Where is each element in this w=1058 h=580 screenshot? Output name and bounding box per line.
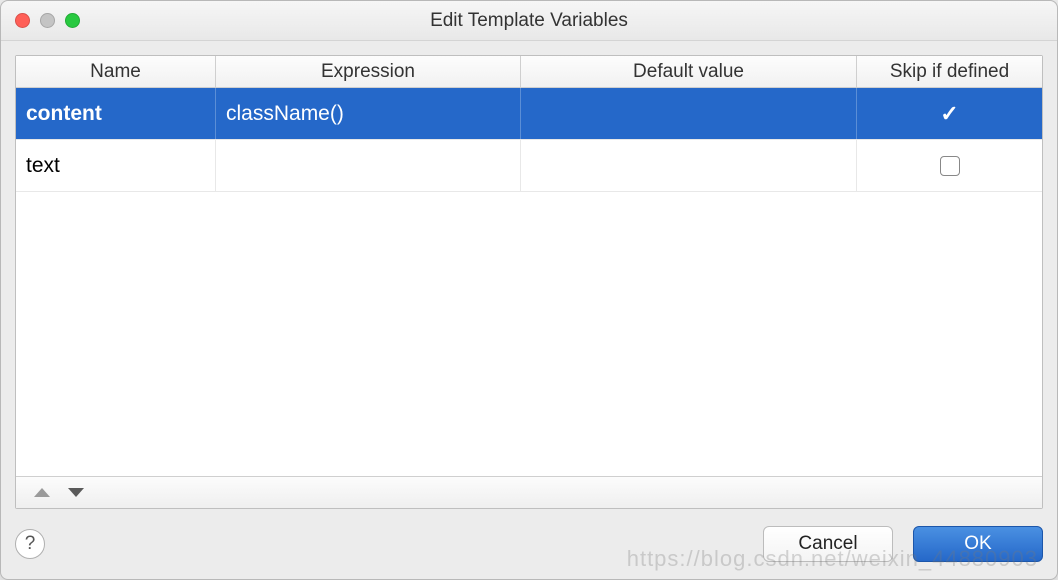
table-row[interactable]: text bbox=[16, 140, 1042, 192]
dialog-footer: ? Cancel OK bbox=[1, 523, 1057, 579]
move-up-icon[interactable] bbox=[34, 488, 50, 497]
table-body: content className() ✓ text bbox=[16, 88, 1042, 476]
maximize-window-button[interactable] bbox=[65, 13, 80, 28]
minimize-window-button[interactable] bbox=[40, 13, 55, 28]
cell-name[interactable]: text bbox=[16, 140, 216, 191]
move-down-icon[interactable] bbox=[68, 488, 84, 497]
cancel-button[interactable]: Cancel bbox=[763, 526, 893, 562]
dialog-window: Edit Template Variables Name Expression … bbox=[0, 0, 1058, 580]
column-header-name[interactable]: Name bbox=[16, 56, 216, 87]
ok-button[interactable]: OK bbox=[913, 526, 1043, 562]
traffic-lights bbox=[15, 13, 80, 28]
column-header-default-value[interactable]: Default value bbox=[521, 56, 857, 87]
skip-checkbox[interactable]: ✓ bbox=[940, 104, 960, 124]
cell-expression[interactable] bbox=[216, 140, 521, 191]
cell-default-value[interactable] bbox=[521, 88, 857, 139]
column-header-expression[interactable]: Expression bbox=[216, 56, 521, 87]
cell-skip-if-defined[interactable] bbox=[857, 140, 1042, 191]
checkmark-icon: ✓ bbox=[940, 101, 958, 127]
help-button[interactable]: ? bbox=[15, 529, 45, 559]
variables-table: Name Expression Default value Skip if de… bbox=[15, 55, 1043, 509]
cell-expression[interactable]: className() bbox=[216, 88, 521, 139]
column-header-skip-if-defined[interactable]: Skip if defined bbox=[857, 56, 1042, 87]
table-row[interactable]: content className() ✓ bbox=[16, 88, 1042, 140]
cell-skip-if-defined[interactable]: ✓ bbox=[857, 88, 1042, 139]
content-area: Name Expression Default value Skip if de… bbox=[1, 41, 1057, 523]
cell-default-value[interactable] bbox=[521, 140, 857, 191]
cell-name[interactable]: content bbox=[16, 88, 216, 139]
close-window-button[interactable] bbox=[15, 13, 30, 28]
table-toolbar bbox=[16, 476, 1042, 508]
window-title: Edit Template Variables bbox=[15, 10, 1043, 32]
skip-checkbox[interactable] bbox=[940, 156, 960, 176]
titlebar: Edit Template Variables bbox=[1, 1, 1057, 41]
table-header-row: Name Expression Default value Skip if de… bbox=[16, 56, 1042, 88]
